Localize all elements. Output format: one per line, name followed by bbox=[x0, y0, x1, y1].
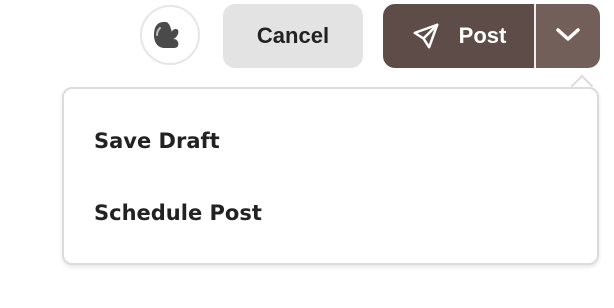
avatar[interactable] bbox=[140, 5, 200, 65]
avatar-image bbox=[154, 22, 179, 48]
send-icon bbox=[411, 21, 441, 51]
post-button-label: Post bbox=[458, 23, 507, 48]
menu-item-schedule-post[interactable]: Schedule Post bbox=[94, 201, 262, 225]
post-button[interactable]: Post bbox=[383, 4, 534, 68]
chevron-down-icon bbox=[555, 27, 581, 46]
cancel-button[interactable]: Cancel bbox=[223, 4, 363, 68]
post-composer-actions: Cancel Post Save Draft Schedule Post bbox=[0, 0, 614, 308]
cancel-button-label: Cancel bbox=[256, 23, 330, 48]
post-options-toggle[interactable] bbox=[536, 4, 600, 68]
menu-item-save-draft[interactable]: Save Draft bbox=[94, 129, 220, 153]
post-options-menu: Save Draft Schedule Post bbox=[62, 87, 599, 265]
